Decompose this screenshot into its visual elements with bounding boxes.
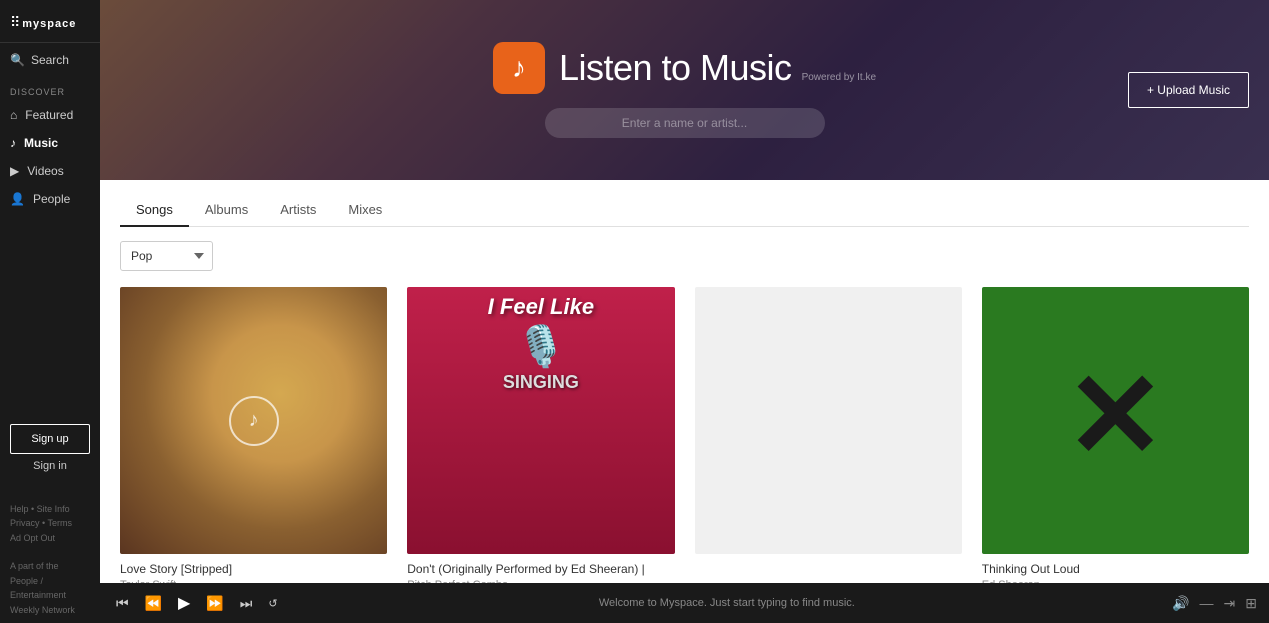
logo: ⠿myspace — [0, 0, 100, 43]
player-expand-icon[interactable]: ⊞ — [1245, 595, 1257, 612]
sidebar-item-music[interactable]: ♪ Music — [0, 129, 100, 157]
privacy-link[interactable]: Privacy — [10, 518, 40, 528]
logo-dots: ⠿ — [10, 14, 20, 30]
tab-songs[interactable]: Songs — [120, 194, 189, 227]
sidebar-item-videos[interactable]: ▶ Videos — [0, 157, 100, 185]
hero-music-icon-box: ♪ — [493, 42, 545, 94]
part-of-text: A part of the — [10, 561, 59, 571]
search-icon: 🔍 — [10, 53, 25, 67]
hero-title-row: ♪ Listen to Music Powered by It.ke — [493, 42, 876, 94]
weekly-network-text: Weekly Network — [10, 605, 75, 615]
entertainment-link[interactable]: Entertainment — [10, 590, 66, 600]
logo-text: myspace — [22, 18, 76, 30]
discover-section-label: DISCOVER — [0, 77, 100, 101]
music-grid-row1: ♪ Love Story [Stripped] Taylor Swift I F… — [120, 287, 1249, 583]
home-icon: ⌂ — [10, 108, 17, 122]
card-title-feel-like: Don't (Originally Performed by Ed Sheera… — [407, 562, 674, 576]
card-title-love-story: Love Story [Stripped] — [120, 562, 387, 576]
thumb-love-story: ♪ — [120, 287, 387, 554]
sidebar-item-featured[interactable]: ⌂ Featured — [0, 101, 100, 129]
player-bar: ⏮ ⏪ ▶ ⏩ ⏭ ↺ Welcome to Myspace. Just sta… — [100, 583, 1269, 623]
feel-like-bottom-text: SINGING — [503, 372, 579, 393]
player-share-icon[interactable]: ⇥ — [1224, 595, 1236, 612]
video-icon: ▶ — [10, 164, 19, 178]
signin-link[interactable]: Sign in — [10, 460, 90, 472]
sidebar-item-label: Featured — [25, 108, 73, 122]
hero-music-icon: ♪ — [512, 52, 526, 84]
play-circle-icon: ♪ — [229, 396, 279, 446]
music-card-empty[interactable] — [695, 287, 962, 583]
hero-center: ♪ Listen to Music Powered by It.ke — [493, 42, 876, 138]
player-right-controls: 🔊 — ⇥ ⊞ — [1172, 595, 1257, 612]
music-card-thinking[interactable]: ✕ Thinking Out Loud Ed Sheeran — [982, 287, 1249, 583]
player-next-button[interactable]: ⏭ — [236, 593, 257, 614]
music-card-feel-like[interactable]: I Feel Like 🎙️ SINGING Don't (Originally… — [407, 287, 674, 583]
tabs-row: Songs Albums Artists Mixes — [120, 180, 1249, 227]
sidebar-footer: Sign up Sign in — [0, 414, 100, 482]
hero-title: Listen to Music — [559, 47, 792, 89]
music-icon: ♪ — [10, 136, 16, 150]
sidebar-item-people[interactable]: 👤 People — [0, 185, 100, 213]
upload-music-button[interactable]: + Upload Music — [1128, 72, 1249, 108]
thumb-thinking: ✕ — [982, 287, 1249, 554]
player-volume-icon[interactable]: 🔊 — [1172, 595, 1189, 612]
player-rewind-button[interactable]: ⏪ — [141, 593, 166, 614]
feel-like-mic-icon: 🎙️ — [516, 323, 566, 370]
sidebar: ⠿myspace 🔍 Search DISCOVER ⌂ Featured ♪ … — [0, 0, 100, 623]
hero-subtitle: Powered by It.ke — [802, 72, 876, 83]
people-link[interactable]: People / — [10, 576, 43, 586]
genre-select[interactable]: Pop Rock Hip Hop R&B Country Electronic … — [120, 241, 213, 271]
signup-button[interactable]: Sign up — [10, 424, 90, 454]
tab-artists[interactable]: Artists — [264, 194, 332, 227]
player-settings-icon[interactable]: — — [1200, 595, 1214, 611]
ad-opt-out-link[interactable]: Ad Opt Out — [10, 533, 55, 543]
feel-like-top-text: I Feel Like — [488, 295, 594, 319]
sidebar-item-label: Videos — [27, 164, 63, 178]
tab-mixes[interactable]: Mixes — [332, 194, 398, 227]
player-prev-button[interactable]: ⏮ — [112, 593, 133, 614]
tab-albums[interactable]: Albums — [189, 194, 264, 227]
sidebar-item-label: Music — [24, 136, 58, 150]
player-repeat-button[interactable]: ↺ — [264, 595, 281, 612]
search-label: Search — [31, 53, 69, 67]
people-icon: 👤 — [10, 192, 25, 206]
content-area: Songs Albums Artists Mixes Pop Rock Hip … — [100, 180, 1269, 583]
sidebar-links: Help • Site Info Privacy • Terms Ad Opt … — [0, 482, 100, 623]
terms-link[interactable]: Terms — [48, 518, 73, 528]
player-controls: ⏮ ⏪ ▶ ⏩ ⏭ ↺ — [112, 591, 282, 615]
search-nav-item[interactable]: 🔍 Search — [0, 43, 100, 77]
player-message: Welcome to Myspace. Just start typing to… — [292, 597, 1162, 609]
hero-search-input[interactable] — [545, 108, 825, 138]
thumb-feel-like: I Feel Like 🎙️ SINGING — [407, 287, 674, 554]
player-play-button[interactable]: ▶ — [174, 591, 194, 615]
player-forward-button[interactable]: ⏩ — [202, 593, 227, 614]
thumb-empty — [695, 287, 962, 554]
hero-banner: ♪ Listen to Music Powered by It.ke + Upl… — [100, 0, 1269, 180]
card-title-thinking: Thinking Out Loud — [982, 562, 1249, 576]
hero-title-text: Listen to Music Powered by It.ke — [559, 47, 876, 89]
thinking-x-graphic: ✕ — [1065, 356, 1166, 476]
sidebar-item-label: People — [33, 192, 70, 206]
main-content: ♪ Listen to Music Powered by It.ke + Upl… — [100, 0, 1269, 623]
music-card-love-story[interactable]: ♪ Love Story [Stripped] Taylor Swift — [120, 287, 387, 583]
site-info-link[interactable]: Site Info — [37, 504, 70, 514]
help-link[interactable]: Help — [10, 504, 29, 514]
